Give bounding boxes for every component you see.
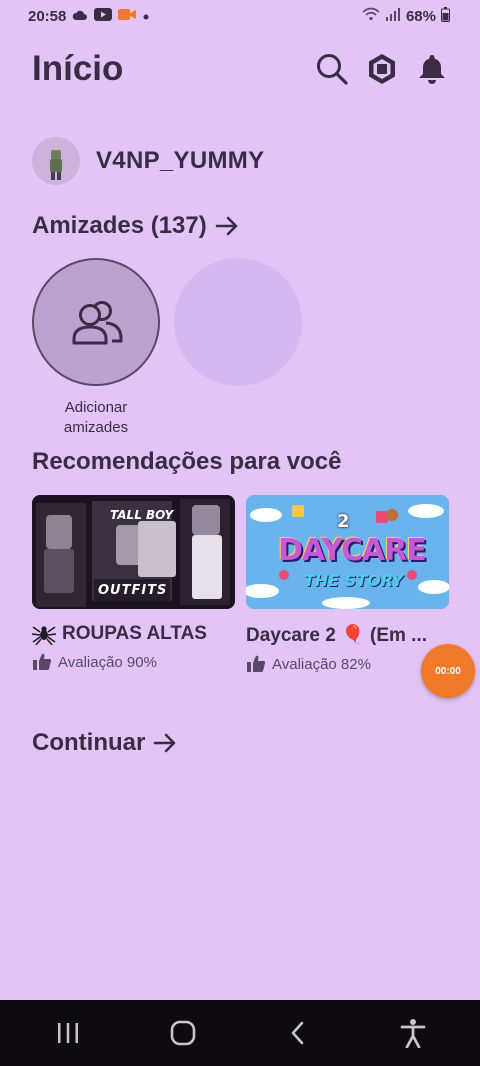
status-time: 20:58 <box>28 7 67 25</box>
recent-apps-icon <box>57 1023 78 1043</box>
thumb-number: 2 <box>337 511 350 532</box>
arrow-right-icon <box>154 733 176 753</box>
recording-timer-badge[interactable]: 00:00 <box>421 644 475 698</box>
notifications-button[interactable] <box>414 51 450 87</box>
status-bar: 20:58 68% <box>0 0 480 32</box>
friend-slot-empty <box>174 258 302 438</box>
friends-section-header[interactable]: Amizades (137) <box>32 212 239 240</box>
dot-icon <box>142 8 150 25</box>
friend-placeholder <box>174 258 302 386</box>
avatar[interactable] <box>32 137 80 185</box>
game-rating: Avaliação 90% <box>32 653 235 671</box>
cloud-icon <box>72 8 88 25</box>
thumb-title-bottom: OUTFITS <box>98 583 168 598</box>
bell-icon <box>419 55 445 84</box>
add-friends-icon <box>72 301 123 345</box>
game-rating: Avaliação 82% <box>246 655 449 673</box>
home-button[interactable] <box>153 1008 213 1058</box>
page-title: Início <box>32 49 124 88</box>
game-card[interactable]: TALL BOY OUTFITS ROUPAS ALTAS Avaliação … <box>32 495 235 673</box>
search-button[interactable] <box>314 51 350 87</box>
game-name: ROUPAS ALTAS <box>32 623 235 645</box>
thumbs-up-icon <box>33 653 52 670</box>
spider-icon <box>32 626 56 645</box>
avatar-image <box>32 137 80 185</box>
continue-title[interactable]: Continuar <box>32 729 145 757</box>
recommendations-section-header: Recomendações para você <box>32 448 341 476</box>
thumb-title-top: TALL BOY <box>110 508 174 522</box>
continue-section-header[interactable]: Continuar <box>32 729 177 757</box>
battery-icon <box>441 6 450 26</box>
recent-apps-button[interactable] <box>38 1008 98 1058</box>
friends-row: Adicionar amizades <box>32 258 302 438</box>
add-friends-label: Adicionar amizades <box>63 399 129 436</box>
thumbs-up-icon <box>247 655 266 672</box>
youtube-icon <box>94 7 113 25</box>
back-button[interactable] <box>268 1008 328 1058</box>
recommendations-title: Recomendações para você <box>32 448 342 475</box>
wifi-icon <box>362 7 380 25</box>
profile-row[interactable]: V4NP_YUMMY <box>32 137 264 185</box>
thumb-title-top: DAYCARE <box>278 533 427 568</box>
home-icon <box>170 1020 195 1046</box>
header: Início <box>32 44 450 94</box>
signal-icon <box>385 7 401 25</box>
game-thumbnail[interactable]: TALL BOY OUTFITS <box>32 495 235 609</box>
friends-title[interactable]: Amizades (137) <box>32 212 207 240</box>
games-row: TALL BOY OUTFITS ROUPAS ALTAS Avaliação … <box>32 495 449 673</box>
accessibility-icon <box>400 1019 425 1048</box>
add-friends-button[interactable] <box>32 258 160 386</box>
username[interactable]: V4NP_YUMMY <box>96 147 264 175</box>
robux-button[interactable] <box>364 51 400 87</box>
system-nav-bar <box>0 1000 480 1066</box>
thumb-title-bottom: THE STORY <box>304 571 404 590</box>
game-card[interactable]: 2 DAYCARE THE STORY Daycare 2 🎈 (Em ... … <box>246 495 449 673</box>
recording-icon <box>118 8 137 25</box>
search-icon <box>317 54 348 85</box>
robux-icon <box>369 54 395 84</box>
arrow-right-icon <box>215 216 238 236</box>
battery-percent: 68% <box>405 7 436 25</box>
accessibility-button[interactable] <box>383 1008 443 1058</box>
game-name: Daycare 2 🎈 (Em ... <box>246 625 428 646</box>
game-thumbnail[interactable]: 2 DAYCARE THE STORY <box>246 495 449 609</box>
back-icon <box>291 1021 303 1045</box>
add-friends-slot[interactable]: Adicionar amizades <box>32 258 160 438</box>
